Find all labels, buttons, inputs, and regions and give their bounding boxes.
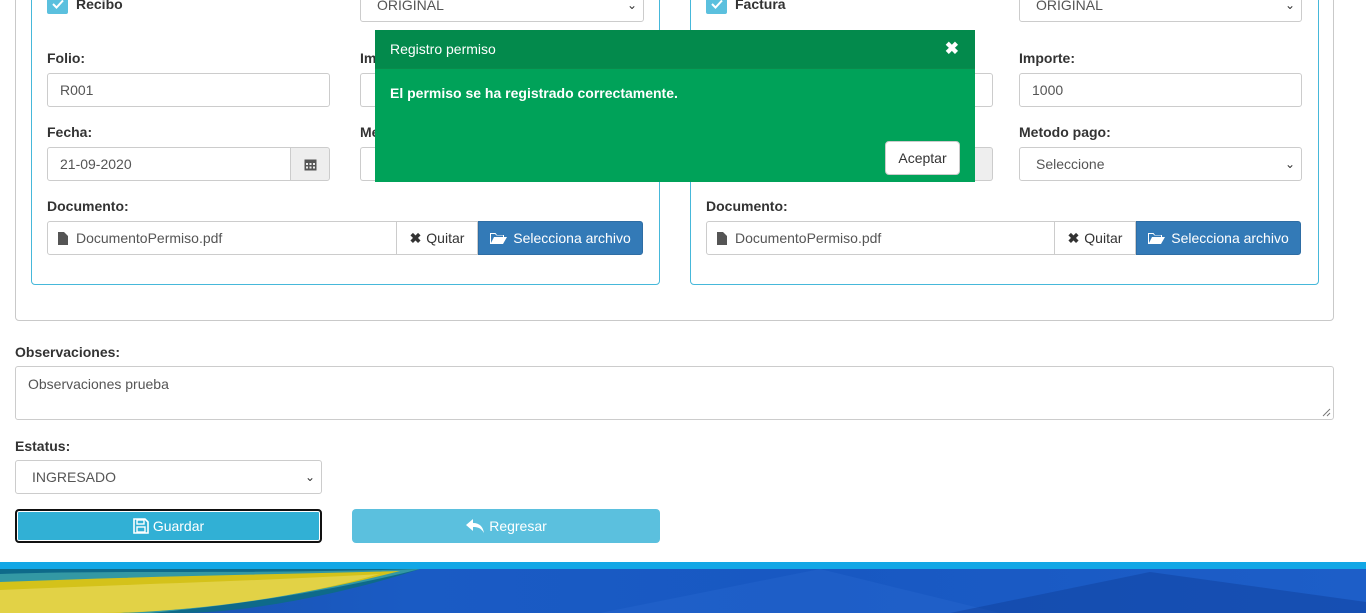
factura-select-file-button[interactable]: Selecciona archivo <box>1136 221 1301 255</box>
folio-input[interactable]: R001 <box>47 73 330 107</box>
recibo-checkbox-label: Recibo <box>76 0 123 12</box>
documento-label: Documento: <box>47 198 129 214</box>
check-icon <box>51 0 64 9</box>
modal-message: El permiso se ha registrado correctament… <box>390 85 678 101</box>
file-icon <box>717 231 727 245</box>
estatus-select[interactable]: INGRESADO ⌄ <box>15 460 322 494</box>
file-icon <box>58 231 68 245</box>
recibo-file-name-text: DocumentoPermiso.pdf <box>76 230 223 246</box>
save-icon <box>133 518 149 534</box>
close-icon: ✖ <box>409 229 422 246</box>
observaciones-text: Observaciones prueba <box>28 376 169 392</box>
importe-label: Importe: <box>1019 50 1075 66</box>
save-button[interactable]: Guardar <box>15 509 322 543</box>
folder-open-icon <box>1148 232 1166 244</box>
factura-checkbox-label: Factura <box>735 0 786 12</box>
estatus-label: Estatus: <box>15 438 71 454</box>
importe-input[interactable]: 1000 <box>1019 73 1302 107</box>
observaciones-textarea[interactable]: Observaciones prueba <box>15 366 1334 420</box>
modal-header: Registro permiso <box>375 30 975 69</box>
calendar-icon <box>304 159 316 170</box>
estatus-value: INGRESADO <box>32 469 117 485</box>
recibo-type-select[interactable]: ORIGINAL ⌄ <box>360 0 644 22</box>
success-modal: Registro permiso ✖ El permiso se ha regi… <box>375 30 975 182</box>
factura-file-name: DocumentoPermiso.pdf <box>706 221 1055 255</box>
factura-type-value: ORIGINAL <box>1036 0 1103 13</box>
factura-checkbox-row[interactable]: Factura <box>706 0 786 14</box>
close-icon: ✖ <box>1067 229 1080 246</box>
footer-swoosh-graphic <box>0 569 1366 613</box>
calendar-button[interactable] <box>290 147 330 181</box>
reply-arrow-icon <box>466 519 485 533</box>
save-label: Guardar <box>152 518 205 534</box>
recibo-select-file-label: Selecciona archivo <box>513 230 631 246</box>
recibo-file-name: DocumentoPermiso.pdf <box>47 221 397 255</box>
chevron-down-icon: ⌄ <box>1284 0 1295 12</box>
factura-file-name-text: DocumentoPermiso.pdf <box>735 230 882 246</box>
factura-file-group: DocumentoPermiso.pdf ✖ Quitar Selecciona… <box>706 221 1301 255</box>
accept-button[interactable]: Aceptar <box>885 141 960 175</box>
recibo-select-file-button[interactable]: Selecciona archivo <box>478 221 643 255</box>
accept-label: Aceptar <box>898 150 947 166</box>
documento-label: Documento: <box>706 198 788 214</box>
importe-label-partial: Im <box>360 50 377 66</box>
metodo-pago-value: Seleccione <box>1036 156 1105 172</box>
recibo-file-group: DocumentoPermiso.pdf ✖ Quitar Selecciona… <box>47 221 643 255</box>
chevron-down-icon: ⌄ <box>1284 157 1295 171</box>
factura-remove-button[interactable]: ✖ Quitar <box>1055 221 1136 255</box>
footer-banner <box>0 562 1366 613</box>
back-button[interactable]: Regresar <box>352 509 660 543</box>
fecha-label: Fecha: <box>47 124 93 140</box>
recibo-checkbox[interactable] <box>47 0 68 14</box>
close-icon[interactable]: ✖ <box>945 39 959 59</box>
modal-title: Registro permiso <box>390 41 496 57</box>
metodo-pago-label: Metodo pago: <box>1019 124 1111 140</box>
factura-select-file-label: Selecciona archivo <box>1171 230 1289 246</box>
metodo-pago-select[interactable]: Seleccione ⌄ <box>1019 147 1302 181</box>
recibo-remove-label: Quitar <box>426 230 465 246</box>
recibo-remove-button[interactable]: ✖ Quitar <box>397 221 478 255</box>
back-label: Regresar <box>489 518 547 534</box>
factura-remove-label: Quitar <box>1084 230 1123 246</box>
observaciones-label: Observaciones: <box>15 344 121 360</box>
resize-handle-icon[interactable] <box>1322 408 1331 417</box>
fecha-input[interactable]: 21-09-2020 <box>47 147 291 181</box>
factura-checkbox[interactable] <box>706 0 727 14</box>
factura-type-select[interactable]: ORIGINAL ⌄ <box>1019 0 1302 22</box>
folder-open-icon <box>490 232 508 244</box>
chevron-down-icon: ⌄ <box>304 470 315 484</box>
chevron-down-icon: ⌄ <box>626 0 637 12</box>
folio-label: Folio: <box>47 50 86 66</box>
check-icon <box>710 0 723 9</box>
recibo-type-value: ORIGINAL <box>377 0 444 13</box>
recibo-checkbox-row[interactable]: Recibo <box>47 0 123 14</box>
modal-body: El permiso se ha registrado correctament… <box>375 69 975 117</box>
